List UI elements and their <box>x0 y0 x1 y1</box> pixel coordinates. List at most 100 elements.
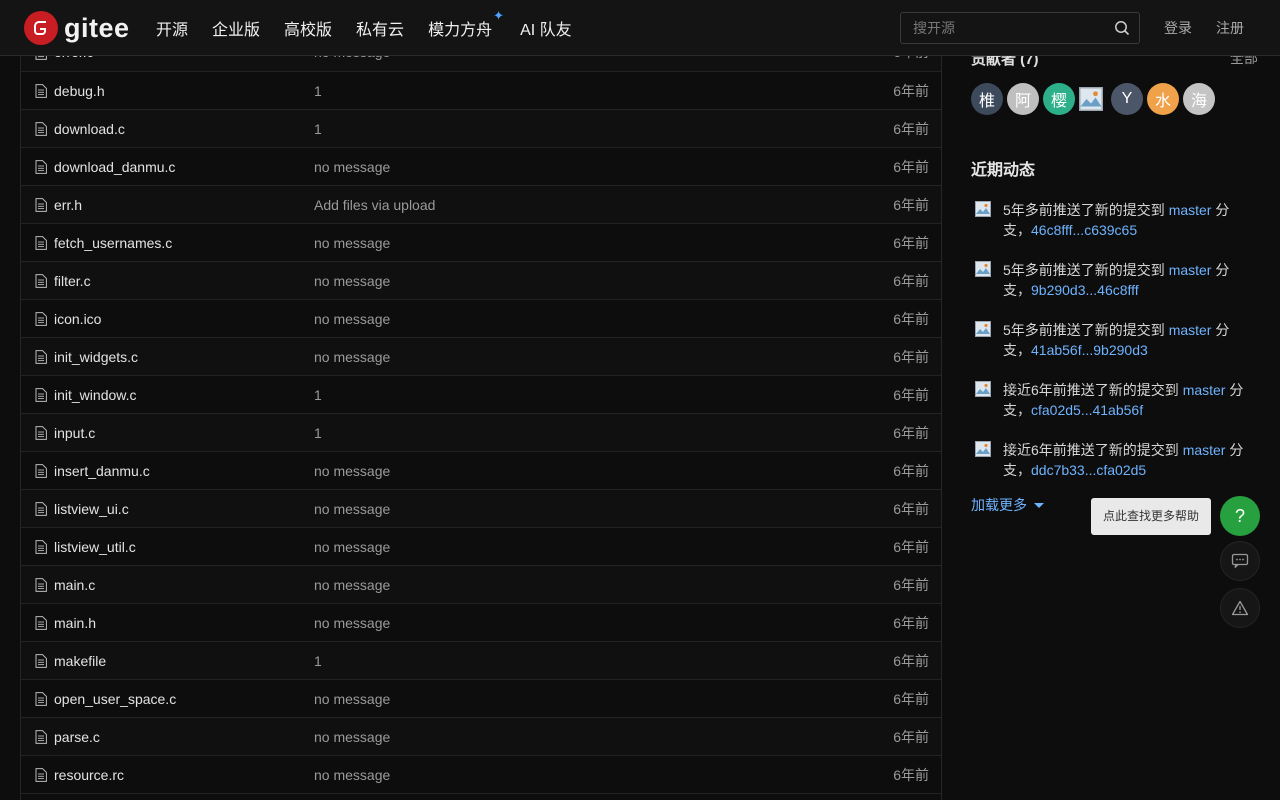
commit-message-link[interactable]: 1 <box>314 414 322 452</box>
file-icon <box>35 730 47 744</box>
gitee-logo[interactable]: gitee <box>24 11 130 45</box>
file-name-link[interactable]: main.h <box>54 604 96 642</box>
file-row[interactable]: listview_ui.c no message 6年前 <box>21 490 941 528</box>
file-row[interactable]: input.c 1 6年前 <box>21 414 941 452</box>
branch-link[interactable]: master <box>1169 262 1212 278</box>
file-row[interactable]: main.c no message 6年前 <box>21 566 941 604</box>
file-name-link[interactable]: err.h <box>54 186 82 224</box>
file-row[interactable]: init_widgets.c no message 6年前 <box>21 338 941 376</box>
file-name-link[interactable]: input.c <box>54 414 95 452</box>
avatar[interactable]: 阿 <box>1007 83 1039 115</box>
file-name-link[interactable]: init_window.c <box>54 376 137 414</box>
file-row[interactable]: download_danmu.c no message 6年前 <box>21 148 941 186</box>
commit-message-link[interactable]: 1 <box>314 642 322 680</box>
file-name-link[interactable]: init_widgets.c <box>54 338 138 376</box>
file-name-link[interactable]: listview_util.c <box>54 528 136 566</box>
file-name-link[interactable]: debug.h <box>54 72 105 110</box>
file-name-link[interactable]: makefile <box>54 642 106 680</box>
commit-message-link[interactable]: no message <box>314 148 390 186</box>
file-row[interactable]: fetch_usernames.c no message 6年前 <box>21 224 941 262</box>
file-row[interactable]: resource.rc no message 6年前 <box>21 756 941 794</box>
file-row[interactable]: debug.h 1 6年前 <box>21 72 941 110</box>
avatar[interactable]: 海 <box>1183 83 1215 115</box>
file-name-link[interactable]: icon.ico <box>54 300 101 338</box>
user-avatar-icon[interactable] <box>975 261 991 277</box>
branch-link[interactable]: master <box>1183 442 1226 458</box>
file-name-link[interactable]: download_danmu.c <box>54 148 175 186</box>
file-row[interactable]: icon.ico no message 6年前 <box>21 300 941 338</box>
commit-message-link[interactable]: no message <box>314 680 390 718</box>
commit-message-link[interactable]: no message <box>314 452 390 490</box>
file-name-link[interactable]: listview_ui.c <box>54 490 129 528</box>
file-row[interactable]: err.h Add files via upload 6年前 <box>21 186 941 224</box>
file-name-link[interactable]: fetch_usernames.c <box>54 224 172 262</box>
commit-message-link[interactable]: no message <box>314 718 390 756</box>
commit-range-link[interactable]: ddc7b33...cfa02d5 <box>1031 462 1146 478</box>
load-more-button[interactable]: 加载更多 <box>971 495 1044 515</box>
commit-message-link[interactable]: no message <box>314 300 390 338</box>
search-icon[interactable] <box>1114 20 1130 36</box>
commit-message-link[interactable]: no message <box>314 338 390 376</box>
file-name-link[interactable]: parse.c <box>54 718 100 756</box>
commit-message-link[interactable]: 1 <box>314 110 322 148</box>
branch-link[interactable]: master <box>1169 202 1212 218</box>
activity-item: 5年多前推送了新的提交到 master 分支，9b290d3...46c8fff <box>975 260 1255 300</box>
user-avatar-icon[interactable] <box>975 441 991 457</box>
nav-open-source[interactable]: 开源 <box>156 16 188 40</box>
file-row[interactable]: download.c 1 6年前 <box>21 110 941 148</box>
file-row[interactable]: insert_danmu.c no message 6年前 <box>21 452 941 490</box>
file-row[interactable]: init_window.c 1 6年前 <box>21 376 941 414</box>
nav-private-cloud[interactable]: 私有云 <box>356 16 404 40</box>
avatar-image[interactable] <box>1079 87 1103 111</box>
user-avatar-icon[interactable] <box>975 321 991 337</box>
report-button[interactable] <box>1220 588 1260 628</box>
commit-range-link[interactable]: 46c8fff...c639c65 <box>1031 222 1137 238</box>
file-row[interactable]: main.h no message 6年前 <box>21 604 941 642</box>
file-name-link[interactable]: resource.rc <box>54 756 124 794</box>
user-avatar-icon[interactable] <box>975 381 991 397</box>
commit-time: 6年前 <box>893 691 929 707</box>
register-link[interactable]: 注册 <box>1216 0 1244 56</box>
nav-ai-teammate[interactable]: AI 队友 <box>520 16 572 40</box>
branch-link[interactable]: master <box>1183 382 1226 398</box>
help-button[interactable]: ? <box>1220 496 1260 536</box>
commit-time: 6年前 <box>893 539 929 555</box>
branch-link[interactable]: master <box>1169 322 1212 338</box>
file-row[interactable]: parse.c no message 6年前 <box>21 718 941 756</box>
login-link[interactable]: 登录 <box>1164 0 1192 56</box>
commit-message-link[interactable]: 1 <box>314 72 322 110</box>
file-row[interactable]: filter.c no message 6年前 <box>21 262 941 300</box>
commit-range-link[interactable]: cfa02d5...41ab56f <box>1031 402 1143 418</box>
file-name-link[interactable]: insert_danmu.c <box>54 452 150 490</box>
gitee-logo-icon <box>24 11 58 45</box>
nav-moli[interactable]: 模力方舟 ✦ <box>428 8 504 40</box>
avatar[interactable]: 椎 <box>971 83 1003 115</box>
avatar[interactable]: Y <box>1111 83 1143 115</box>
feedback-button[interactable] <box>1220 541 1260 581</box>
file-name-link[interactable]: download.c <box>54 110 125 148</box>
commit-message-link[interactable]: no message <box>314 262 390 300</box>
commit-range-link[interactable]: 9b290d3...46c8fff <box>1031 282 1139 298</box>
commit-time: 6年前 <box>893 387 929 403</box>
commit-message-link[interactable]: no message <box>314 756 390 794</box>
file-row[interactable]: listview_util.c no message 6年前 <box>21 528 941 566</box>
commit-range-link[interactable]: 41ab56f...9b290d3 <box>1031 342 1148 358</box>
commit-message-link[interactable]: no message <box>314 528 390 566</box>
avatar[interactable]: 樱 <box>1043 83 1075 115</box>
file-name-link[interactable]: open_user_space.c <box>54 680 176 718</box>
nav-education[interactable]: 高校版 <box>284 16 332 40</box>
avatar[interactable]: 水 <box>1147 83 1179 115</box>
commit-message-link[interactable]: no message <box>314 490 390 528</box>
file-row[interactable]: makefile 1 6年前 <box>21 642 941 680</box>
commit-message-link[interactable]: 1 <box>314 376 322 414</box>
file-row[interactable]: open_user_space.c no message 6年前 <box>21 680 941 718</box>
commit-message-link[interactable]: no message <box>314 566 390 604</box>
user-avatar-icon[interactable] <box>975 201 991 217</box>
commit-message-link[interactable]: no message <box>314 604 390 642</box>
nav-enterprise[interactable]: 企业版 <box>212 16 260 40</box>
search-input[interactable] <box>901 13 1101 43</box>
file-name-link[interactable]: filter.c <box>54 262 91 300</box>
file-name-link[interactable]: main.c <box>54 566 95 604</box>
commit-message-link[interactable]: no message <box>314 224 390 262</box>
commit-message-link[interactable]: Add files via upload <box>314 186 435 224</box>
